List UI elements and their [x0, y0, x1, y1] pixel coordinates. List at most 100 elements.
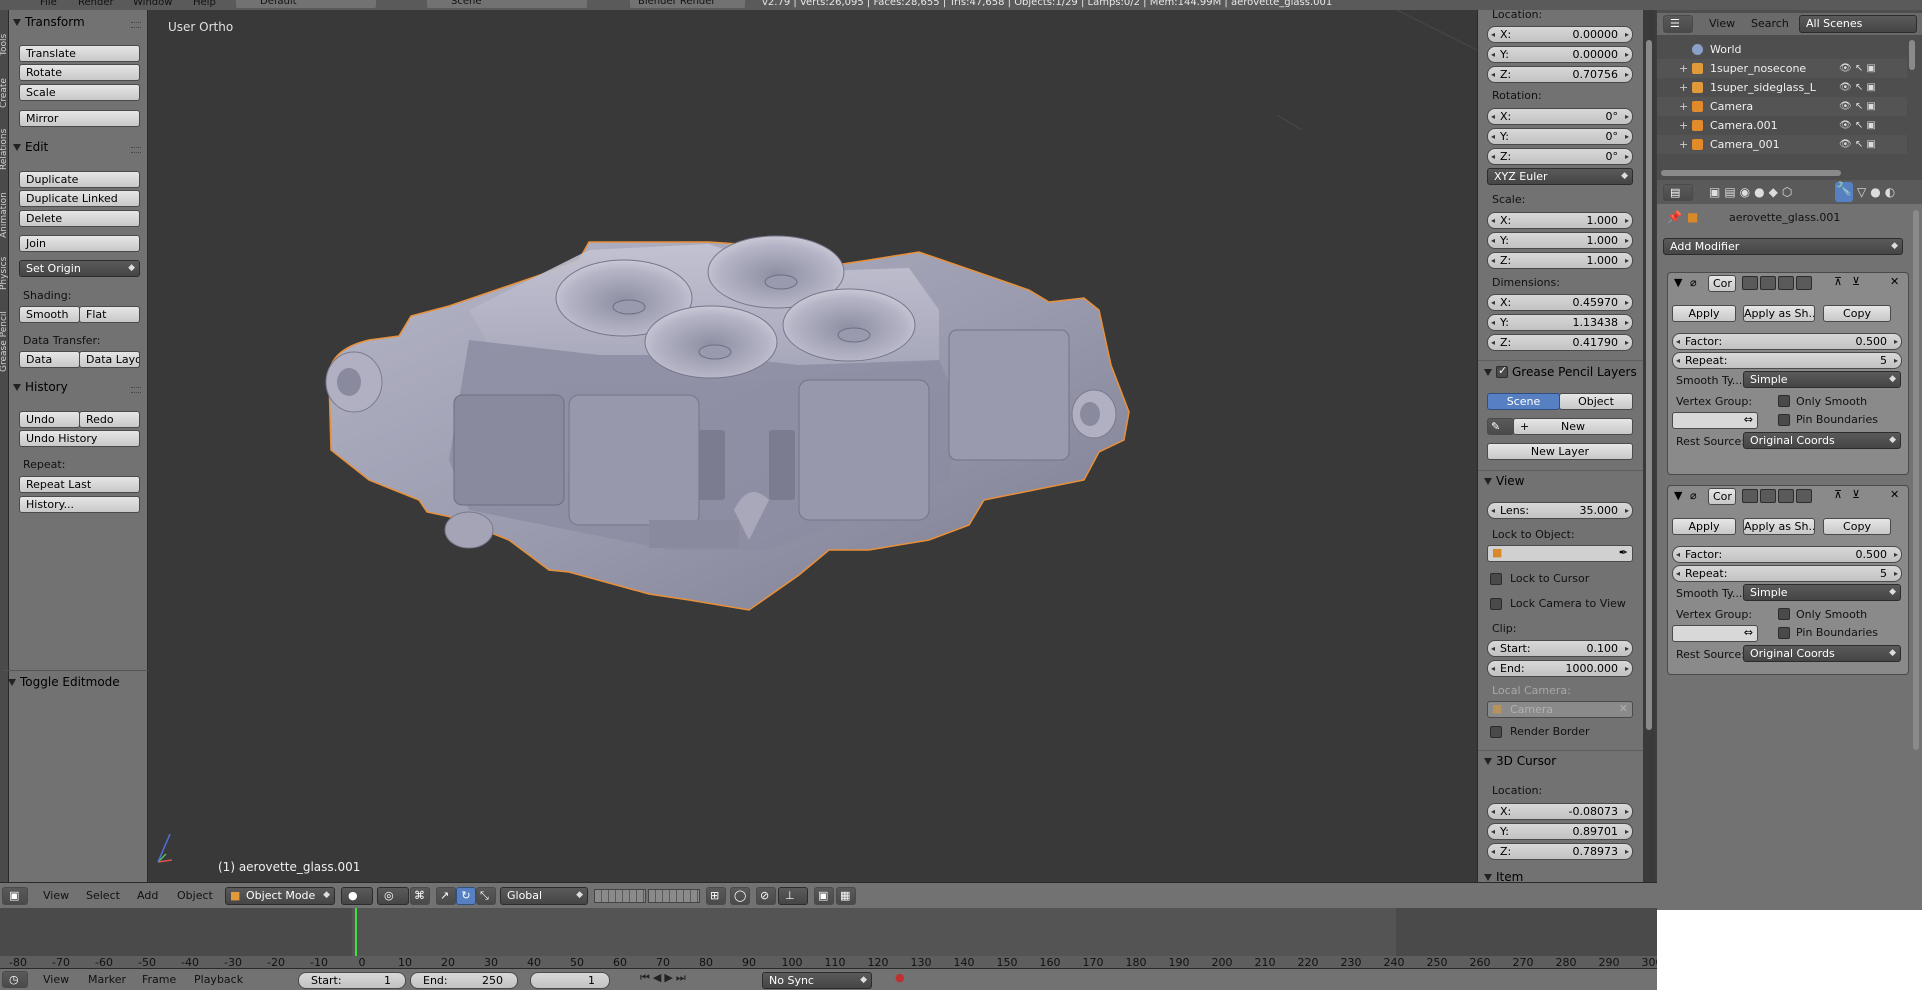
expand-plus-icon[interactable]: + [1679, 59, 1688, 78]
rotate-button[interactable]: Rotate [19, 64, 140, 81]
menu-frame[interactable]: Frame [142, 973, 176, 986]
dimension-y-field[interactable]: ◂ Y: 1.13438 ▸ [1487, 314, 1633, 331]
undo-button[interactable]: Undo [19, 411, 80, 428]
proportional-edit-icon[interactable]: ◯ [730, 887, 750, 905]
outliner-row-object[interactable]: +1super_sideglass_L 👁 ↖ ▣ [1657, 78, 1907, 97]
only-smooth-checkbox[interactable] [1778, 608, 1790, 620]
editmode-toggle-icon[interactable] [1778, 489, 1794, 503]
add-modifier-dropdown[interactable]: Add Modifier ◆ [1663, 238, 1903, 255]
redo-button[interactable]: Redo [79, 411, 140, 428]
translate-button[interactable]: Translate [19, 45, 140, 62]
outliner-row-object[interactable]: +1super_nosecone 👁 ↖ ▣ [1657, 59, 1907, 78]
eyedropper-icon[interactable]: ✒ [1619, 546, 1628, 560]
lock-object-field[interactable]: ■ ✒ [1487, 545, 1633, 562]
local-camera-field[interactable]: ■ Camera ✕ [1487, 701, 1633, 718]
shade-flat-button[interactable]: Flat [79, 306, 140, 323]
pin-boundaries-checkbox[interactable] [1778, 414, 1790, 426]
rotate-manipulator-icon[interactable]: ↻ [456, 887, 476, 905]
menu-file[interactable]: File [40, 0, 57, 8]
visibility-eye-icon[interactable]: 👁 ↖ ▣ [1839, 59, 1876, 78]
menu-object[interactable]: Object [177, 889, 213, 902]
render-engine-selector[interactable]: Blender Render [630, 0, 745, 8]
move-down-icon[interactable]: ⊻ [1852, 488, 1860, 501]
delete-button[interactable]: Delete [19, 210, 140, 227]
outliner-row-camera[interactable]: + Camera.001 👁 ↖ ▣ [1657, 116, 1907, 135]
snap-element-dropdown[interactable]: ⊥ [778, 887, 808, 905]
join-button[interactable]: Join [19, 235, 140, 252]
grease-pencil-panel-header[interactable]: Grease Pencil Layers [1484, 364, 1637, 379]
shade-smooth-button[interactable]: Smooth [19, 306, 80, 323]
outliner-horizontal-scrollbar[interactable] [1661, 170, 1841, 176]
apply-button[interactable]: Apply [1672, 305, 1736, 322]
scale-x-field[interactable]: ◂ X: 1.000 ▸ [1487, 212, 1633, 229]
apply-button[interactable]: Apply [1672, 518, 1736, 535]
invert-icon[interactable]: ⇔ [1744, 626, 1753, 640]
grease-object-button[interactable]: Object [1559, 393, 1633, 410]
undo-history-button[interactable]: Undo History [19, 430, 140, 447]
clip-end-field[interactable]: ◂ End: 1000.000 ▸ [1487, 660, 1633, 677]
dimension-z-field[interactable]: ◂ Z: 0.41790 ▸ [1487, 334, 1633, 351]
layout-selector[interactable]: Default [236, 0, 376, 8]
apply-as-shape-button[interactable]: Apply as Sh... [1743, 518, 1815, 535]
layer-buttons[interactable] [594, 889, 646, 903]
factor-field[interactable]: ◂ Factor: 0.500 ▸ [1672, 333, 1902, 350]
render-toggle-icon[interactable] [1742, 276, 1758, 290]
carburetor-mesh[interactable] [149, 10, 1477, 882]
data-layout-button[interactable]: Data Layo [79, 351, 140, 368]
outliner-view-menu[interactable]: View [1709, 17, 1735, 30]
vertex-group-field[interactable]: ⇔ [1672, 412, 1758, 429]
record-icon[interactable]: ● [895, 971, 905, 984]
history-panel-header[interactable]: History [13, 380, 68, 394]
clip-start-field[interactable]: ◂ Start: 0.100 ▸ [1487, 640, 1633, 657]
outliner-row-camera[interactable]: + Camera 👁 ↖ ▣ [1657, 97, 1907, 116]
expand-plus-icon[interactable]: + [1679, 116, 1688, 135]
scale-button[interactable]: Scale [19, 84, 140, 101]
rotation-x-field[interactable]: ◂ X: 0° ▸ [1487, 108, 1633, 125]
edit-panel-header[interactable]: Edit [13, 140, 48, 154]
editor-type-icon[interactable]: ▣ [2, 887, 28, 905]
close-icon[interactable]: ✕ [1890, 275, 1899, 288]
cursor-z-field[interactable]: ◂ Z: 0.78973 ▸ [1487, 843, 1633, 860]
duplicate-button[interactable]: Duplicate [19, 171, 140, 188]
outliner-row-camera[interactable]: + Camera_001 👁 ↖ ▣ [1657, 135, 1907, 154]
collapse-triangle-icon[interactable]: ▼ [1674, 276, 1682, 289]
menu-view[interactable]: View [43, 889, 69, 902]
menu-add[interactable]: Add [137, 889, 158, 902]
viewport-shading-dropdown[interactable]: ● [341, 887, 373, 905]
lock-layers-icon[interactable]: ⊞ [706, 887, 726, 905]
rotation-mode-dropdown[interactable]: XYZ Euler ◆ [1487, 168, 1633, 185]
outliner-scrollbar[interactable] [1909, 40, 1915, 70]
viewport-toggle-icon[interactable] [1760, 489, 1776, 503]
context-tab-icons[interactable]: ▽●◐ [1857, 185, 1899, 199]
scale-manipulator-icon[interactable]: ⤡ [476, 887, 496, 905]
menu-view[interactable]: View [43, 973, 69, 986]
expand-plus-icon[interactable]: + [1679, 78, 1688, 97]
modifier-name-field[interactable]: Cor [1708, 488, 1736, 505]
factor-field[interactable]: ◂ Factor: 0.500 ▸ [1672, 546, 1902, 563]
editor-type-icon[interactable]: ◷ [2, 971, 28, 988]
rest-source-dropdown[interactable]: Original Coords ◆ [1743, 645, 1901, 662]
clear-icon[interactable]: ✕ [1619, 702, 1628, 716]
n-panel-scrollbar[interactable] [1646, 40, 1652, 730]
invert-icon[interactable]: ⇔ [1744, 413, 1753, 427]
render-anim-icon[interactable]: ▦ [836, 887, 856, 905]
cursor-y-field[interactable]: ◂ Y: 0.89701 ▸ [1487, 823, 1633, 840]
apply-as-shape-button[interactable]: Apply as Sh... [1743, 305, 1815, 322]
3d-viewport[interactable]: User Ortho (1) aerovette_glass.001 [149, 10, 1477, 882]
pin-icon[interactable]: 📌 [1667, 210, 1682, 224]
translate-manipulator-icon[interactable]: ↗ [436, 887, 456, 905]
only-smooth-checkbox[interactable] [1778, 395, 1790, 407]
editmode-toggle-icon[interactable] [1778, 276, 1794, 290]
data-transfer-button[interactable]: Data [19, 351, 80, 368]
viewport-toggle-icon[interactable] [1760, 276, 1776, 290]
drag-grip-icon[interactable] [131, 22, 141, 28]
scale-z-field[interactable]: ◂ Z: 1.000 ▸ [1487, 252, 1633, 269]
view-panel-header[interactable]: View [1484, 474, 1524, 488]
set-origin-dropdown[interactable]: Set Origin ◆ [19, 260, 140, 277]
visibility-eye-icon[interactable]: 👁 ↖ ▣ [1839, 135, 1876, 154]
repeat-field[interactable]: ◂ Repeat: 5 ▸ [1672, 352, 1902, 369]
outliner-search-menu[interactable]: Search [1751, 17, 1789, 30]
copy-button[interactable]: Copy [1823, 518, 1891, 535]
editor-type-icon[interactable]: ▤ [1663, 184, 1693, 201]
editor-type-icon[interactable]: ☰ [1663, 15, 1693, 33]
